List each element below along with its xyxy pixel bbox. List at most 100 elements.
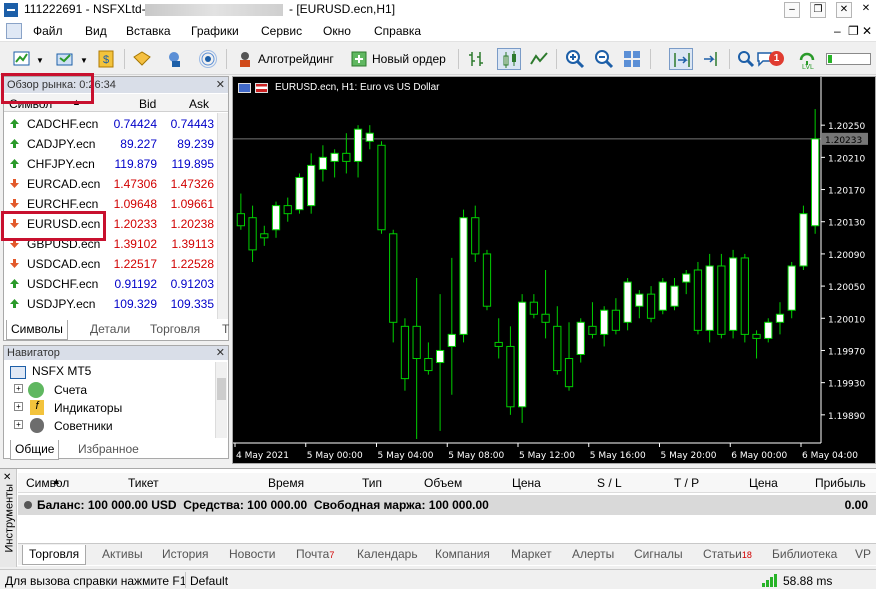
menu-tools[interactable]: Сервис [261, 24, 302, 38]
expand-icon[interactable]: + [14, 420, 23, 429]
balance-text: Баланс: 100 000.00 USD Средства: 100 000… [37, 498, 489, 512]
mdi-close-icon[interactable]: ✕ [862, 24, 872, 38]
tab-vps[interactable]: VP [849, 545, 876, 565]
menu-view[interactable]: Вид [85, 24, 107, 38]
market-watch-row[interactable]: EURCAD.ecn 1.47306 1.47326 [4, 174, 218, 194]
scrollbar-thumb[interactable] [217, 378, 226, 400]
candlestick-chart-button[interactable] [497, 48, 521, 70]
arrow-up-icon [10, 279, 19, 288]
tab-mail[interactable]: Почта7 [290, 545, 340, 565]
tab-alerts[interactable]: Алерты [566, 545, 620, 565]
tab-articles[interactable]: Статьи18 [697, 545, 758, 565]
close-window-button[interactable]: ✕ [836, 2, 852, 18]
close-icon[interactable]: ✕ [216, 77, 225, 93]
col-price[interactable]: Цена [512, 476, 541, 490]
col-tp[interactable]: T / P [674, 476, 699, 490]
zoom-out-icon[interactable] [594, 49, 614, 69]
symbol-name: CHFJPY.ecn [27, 157, 95, 171]
candle-body-bear [424, 358, 433, 372]
algotrading-button[interactable]: Алготрейдинг [234, 48, 342, 70]
restore-button[interactable]: ❐ [810, 2, 826, 18]
mdi-restore-icon[interactable]: ❐ [848, 24, 859, 38]
tab-favorites[interactable]: Избранное [74, 440, 143, 460]
navigator-title: Навигатор [7, 347, 60, 359]
tab-common[interactable]: Общие [10, 440, 60, 460]
tab-details[interactable]: Детали [86, 320, 134, 340]
chart-window-icon[interactable] [6, 23, 22, 39]
menu-window[interactable]: Окно [323, 24, 351, 38]
scrollbar[interactable] [215, 362, 227, 438]
col-ask[interactable]: Ask [189, 97, 209, 111]
tab-signals[interactable]: Сигналы [628, 545, 689, 565]
tab-news[interactable]: Новости [223, 545, 281, 565]
candlestick-chart[interactable]: 1.20250 1.20210 1.20170 1.20130 1.20090 1.200… [233, 77, 875, 463]
menu-insert[interactable]: Вставка [126, 24, 171, 38]
expand-icon[interactable]: + [14, 402, 23, 411]
scrollbar[interactable] [217, 113, 228, 319]
market-watch-row[interactable]: CADJPY.ecn 89.227 89.239 [4, 134, 218, 154]
tab-library[interactable]: Библиотека [766, 545, 843, 565]
candle [506, 326, 515, 415]
tab-calendar[interactable]: Календарь [351, 545, 424, 565]
expand-icon[interactable]: + [14, 384, 23, 393]
app-icon [4, 3, 18, 17]
candle [424, 342, 433, 375]
chevron-down-icon[interactable]: ▼ [80, 56, 88, 65]
menu-file[interactable]: Файл [33, 24, 63, 38]
market-icon[interactable] [132, 49, 152, 69]
search-icon[interactable] [736, 49, 756, 69]
navigator-tabs: Общие Избранное [4, 440, 228, 460]
vps-icon[interactable] [198, 49, 218, 69]
market-watch-row[interactable]: USDCAD.ecn 1.22517 1.22528 [4, 254, 218, 274]
tab-trading[interactable]: Торговля [146, 320, 204, 340]
close-icon[interactable]: ✕ [216, 346, 225, 360]
col-current-price[interactable]: Цена [749, 476, 778, 490]
col-time[interactable]: Время [268, 476, 304, 490]
col-sl[interactable]: S / L [597, 476, 622, 490]
new-order-button[interactable]: Новый ордер [348, 48, 452, 70]
menu-charts[interactable]: Графики [191, 24, 239, 38]
tab-market[interactable]: Маркет [505, 545, 558, 565]
tile-windows-icon[interactable] [622, 49, 642, 69]
arrow-up-icon [10, 119, 19, 128]
chart-shift-icon[interactable] [701, 49, 721, 69]
candle-body-bear [389, 233, 398, 323]
profiles-icon[interactable] [55, 49, 75, 69]
status-profile: Default [190, 574, 229, 588]
connection-bars-icon [762, 574, 777, 587]
tab-history[interactable]: История [156, 545, 215, 565]
col-bid[interactable]: Bid [139, 97, 156, 111]
strategy-tester-icon[interactable]: $ [96, 49, 116, 69]
zoom-in-icon[interactable] [565, 49, 585, 69]
col-volume[interactable]: Объем [424, 476, 462, 490]
minimize-button[interactable]: – [784, 2, 800, 18]
tab-assets[interactable]: Активы [96, 545, 149, 565]
mdi-minimize-icon[interactable]: – [834, 24, 841, 38]
chevron-down-icon[interactable]: ▼ [36, 56, 44, 65]
signals-icon[interactable] [166, 49, 186, 69]
market-watch-row[interactable]: USDCHF.ecn 0.91192 0.91203 [4, 274, 218, 294]
close-icon[interactable]: ✕ [858, 2, 874, 18]
autoscroll-button[interactable] [669, 48, 693, 70]
price-tick-label: 1.20130 [828, 219, 865, 229]
tab-company[interactable]: Компания [429, 545, 496, 565]
candle-body-bear [529, 301, 538, 315]
market-watch-row[interactable]: CADCHF.ecn 0.74424 0.74443 [4, 114, 218, 134]
col-ticket[interactable]: Тикет [128, 476, 159, 490]
col-symbol[interactable]: Символ [26, 476, 69, 490]
col-profit[interactable]: Прибыль [815, 476, 866, 490]
market-watch-row[interactable]: USDJPY.ecn 109.329 109.335 [4, 294, 218, 314]
col-type[interactable]: Тип [362, 476, 382, 490]
candle [283, 197, 292, 222]
market-watch-row[interactable]: CHFJPY.ecn 119.879 119.895 [4, 154, 218, 174]
symbol-name: CADCHF.ecn [27, 117, 99, 131]
bar-chart-icon[interactable] [466, 49, 486, 69]
new-chart-icon[interactable] [12, 49, 32, 69]
line-chart-icon[interactable] [529, 49, 549, 69]
balance-row[interactable]: Баланс: 100 000.00 USD Средства: 100 000… [18, 495, 876, 515]
chart-window[interactable]: 1.20250 1.20210 1.20170 1.20130 1.20090 1.200… [232, 76, 876, 464]
tab-symbols[interactable]: Символы [6, 320, 68, 340]
menu-help[interactable]: Справка [374, 24, 421, 38]
navigator-root-label: NSFX MT5 [32, 364, 92, 378]
tab-trade[interactable]: Торговля [22, 545, 87, 565]
